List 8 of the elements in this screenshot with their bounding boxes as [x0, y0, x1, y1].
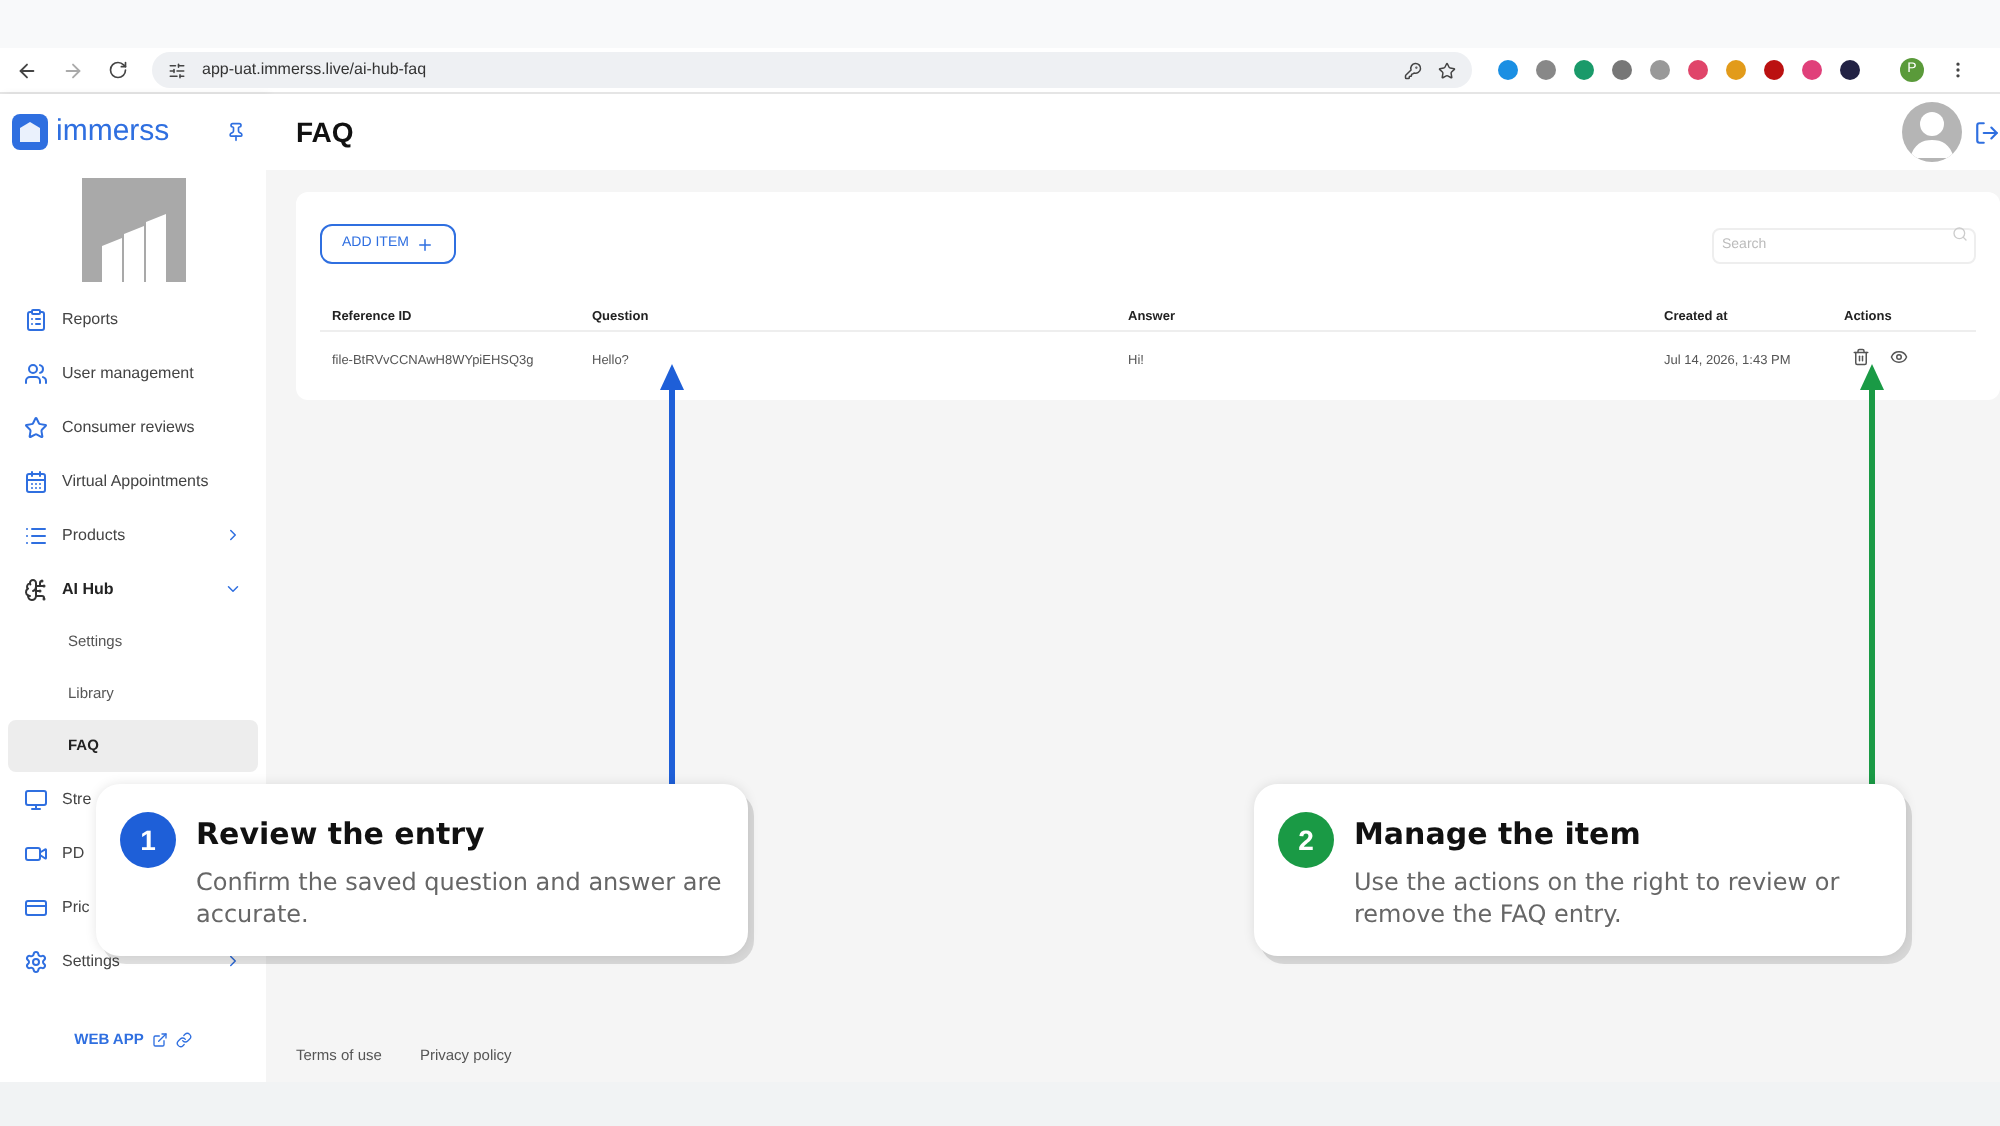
callout-text: Use the actions on the right to review or remove the FAQ entry. [1354, 865, 1842, 929]
callout-text: Confirm the saved question and answer are accurate. [196, 865, 724, 929]
step-number-badge: 2 [1278, 812, 1334, 868]
step-number-badge: 1 [120, 812, 176, 868]
logo-text: immerss [56, 111, 170, 152]
page-title: FAQ [296, 113, 354, 152]
callout-title: Review the entry [196, 814, 487, 856]
callout-title: Manage the item [1354, 814, 1643, 856]
